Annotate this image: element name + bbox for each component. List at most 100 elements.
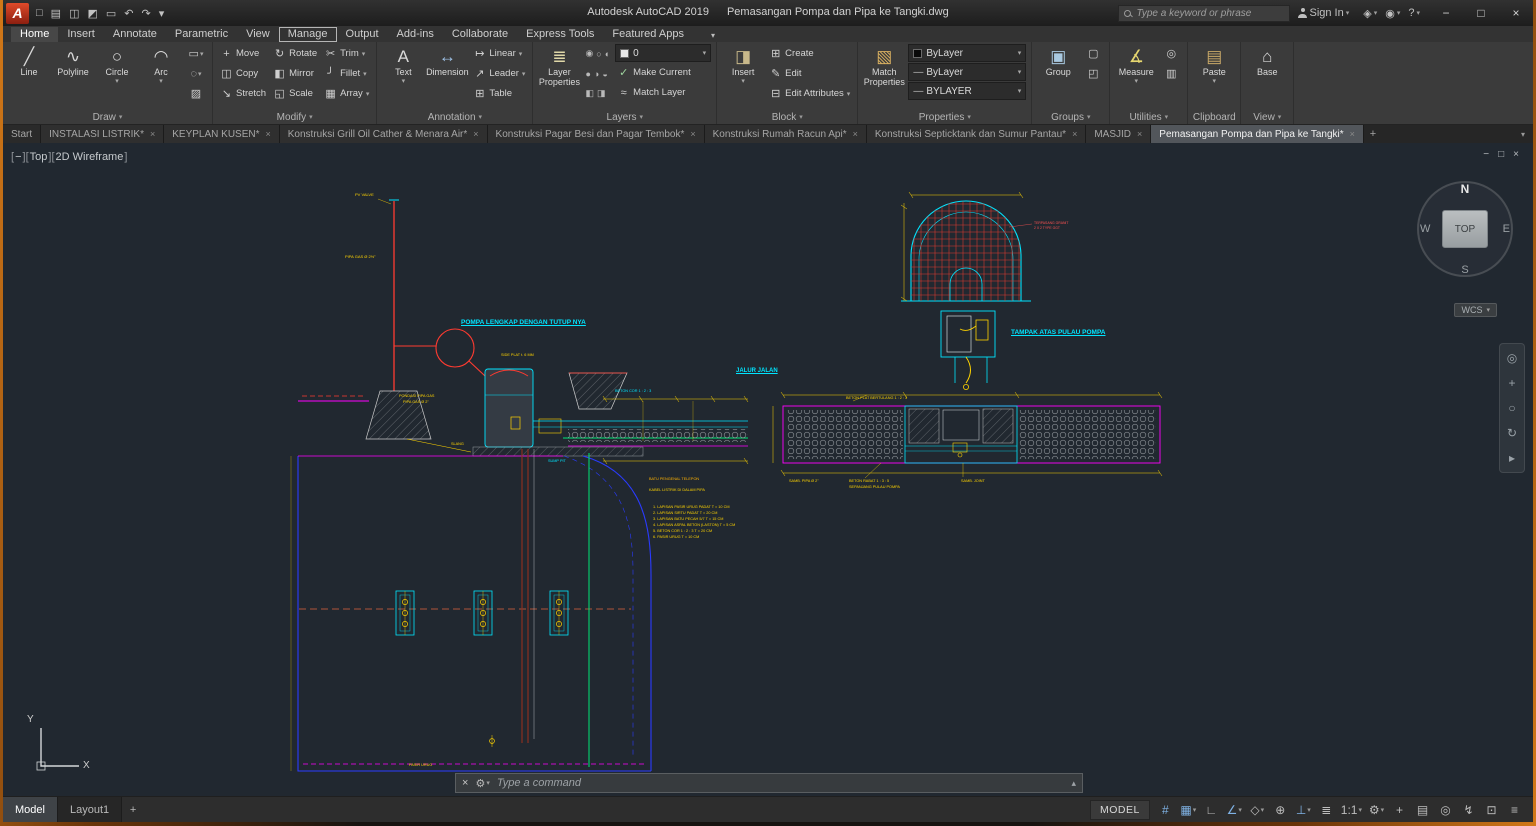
doc-restore-button[interactable]: □ [1498, 149, 1504, 160]
wcs-dropdown[interactable]: WCS ▾ [1454, 303, 1497, 317]
doc-minimize-button[interactable]: − [1483, 149, 1489, 160]
hardware-acceleration-toggle[interactable]: ↯ [1458, 800, 1479, 820]
button-rect[interactable]: ▭▾ [185, 44, 207, 63]
close-icon[interactable]: × [1350, 129, 1355, 139]
ortho-mode-toggle[interactable]: ∟ [1201, 800, 1222, 820]
button-linear[interactable]: ↦Linear▾ [471, 44, 527, 63]
qat-open-icon[interactable]: ▤ [47, 3, 65, 23]
qat-undo-icon[interactable]: ↶ [120, 3, 137, 23]
button-array[interactable]: ▦Array▾ [322, 84, 371, 103]
close-icon[interactable]: × [853, 129, 858, 139]
button-edit-attributes[interactable]: ⊟Edit Attributes▾ [767, 84, 852, 103]
file-tab-konstruksi-grill-oil-cather-menara-air[interactable]: Konstruksi Grill Oil Cather & Menara Air… [280, 125, 488, 143]
button-groupedit[interactable]: ◰ [1082, 64, 1104, 83]
file-tab-keyplan-kusen[interactable]: KEYPLAN KUSEN*× [164, 125, 280, 143]
zoom-icon[interactable]: ○ [1508, 401, 1515, 415]
button-move[interactable]: +Move [218, 44, 268, 63]
command-history-expand-icon[interactable]: ▴ [1071, 778, 1076, 789]
ribbon-tab-manage[interactable]: Manage [279, 27, 337, 42]
button-base[interactable]: ⌂Base [1246, 44, 1288, 78]
button-hatch[interactable]: ▨ [185, 84, 207, 103]
button-table[interactable]: ⊞Table [471, 84, 527, 103]
close-icon[interactable]: × [1072, 129, 1077, 139]
layer-state-icon[interactable]: ○ [596, 49, 601, 59]
layer-state-icon[interactable]: ◧ [585, 88, 594, 99]
panel-label-block[interactable]: Block▾ [720, 110, 854, 124]
layout-tab-model[interactable]: Model [3, 797, 58, 822]
compass-west[interactable]: W [1420, 223, 1430, 235]
button-insert[interactable]: ◨Insert▾ [722, 44, 764, 85]
button-line[interactable]: ╱Line [8, 44, 50, 85]
compass-east[interactable]: E [1503, 223, 1510, 235]
snap-mode-toggle[interactable]: ▦▾ [1178, 800, 1199, 820]
grid-display-toggle[interactable]: # [1155, 800, 1176, 820]
help-icon[interactable]: ?▾ [1405, 7, 1423, 19]
command-close-icon[interactable]: × [462, 777, 468, 789]
search-input[interactable]: Type a keyword or phrase [1118, 5, 1290, 22]
panel-label-properties[interactable]: Properties▾ [861, 110, 1028, 124]
combo-lineweight[interactable]: —ByLayer▾ [908, 63, 1026, 81]
button-quickcalc[interactable]: ▥ [1160, 64, 1182, 83]
button-match-layer[interactable]: ≈Match Layer [615, 83, 711, 102]
button-match-properties[interactable]: ▧Match Properties [863, 44, 905, 87]
ribbon-tab-add-ins[interactable]: Add-ins [388, 27, 443, 42]
layer-state-icon[interactable]: ◒ [602, 69, 607, 79]
button-circle[interactable]: ○Circle▾ [96, 44, 138, 85]
ucs-icon[interactable] [37, 728, 79, 770]
app-logo-icon[interactable]: A [6, 3, 29, 24]
button-stretch[interactable]: ↘Stretch [218, 84, 268, 103]
minimize-button[interactable]: − [1431, 2, 1461, 24]
layer-state-icon[interactable]: ◐ [605, 49, 610, 59]
button-measure[interactable]: ∡Measure▾ [1115, 44, 1157, 85]
button-group[interactable]: ▣Group [1037, 44, 1079, 78]
app-store-icon[interactable]: ◈▾ [1360, 7, 1380, 20]
showmotion-icon[interactable]: ▸ [1509, 451, 1515, 465]
file-tab-instalasi-listrik[interactable]: INSTALASI LISTRIK*× [41, 125, 164, 143]
object-snap-toggle[interactable]: ⊥▾ [1293, 800, 1314, 820]
ribbon-tab-parametric[interactable]: Parametric [166, 27, 237, 42]
combo-layer[interactable]: 0▾ [615, 44, 711, 62]
new-drawing-tab-button[interactable]: + [1364, 125, 1382, 143]
maximize-button[interactable]: □ [1466, 2, 1496, 24]
close-icon[interactable]: × [473, 129, 478, 139]
button-copy[interactable]: ◫Copy [218, 64, 268, 83]
close-icon[interactable]: × [266, 129, 271, 139]
combo-object-color[interactable]: ByLayer▾ [908, 44, 1026, 62]
close-button[interactable]: × [1501, 2, 1531, 24]
file-tab-konstruksi-rumah-racun-api[interactable]: Konstruksi Rumah Racun Api*× [705, 125, 867, 143]
ribbon-tab-annotate[interactable]: Annotate [104, 27, 166, 42]
quick-properties-toggle[interactable]: ▤ [1412, 800, 1433, 820]
file-tab-start[interactable]: Start [3, 125, 41, 143]
ribbon-tab-output[interactable]: Output [337, 27, 388, 42]
sign-in-button[interactable]: Sign In ▾ [1295, 7, 1352, 19]
drawing-viewport[interactable]: PV VALVEPIPA GAS Ø 2½"POMPA LENGKAP DENG… [3, 143, 1533, 796]
qat-redo-icon[interactable]: ↷ [138, 3, 155, 23]
compass-south[interactable]: S [1461, 264, 1468, 276]
button-edit[interactable]: ✎Edit [767, 64, 852, 83]
command-line[interactable]: × ⚙▾ Type a command ▴ [455, 773, 1083, 793]
ribbon-tab-insert[interactable]: Insert [58, 27, 104, 42]
clean-screen-toggle[interactable]: ⊡ [1481, 800, 1502, 820]
panel-label-layers[interactable]: Layers▾ [536, 110, 713, 124]
panel-label-view[interactable]: View▾ [1244, 110, 1290, 124]
close-icon[interactable]: × [1137, 129, 1142, 139]
ribbon-tab-home[interactable]: Home [11, 27, 58, 42]
panel-label-draw[interactable]: Draw▾ [6, 110, 209, 124]
pan-icon[interactable]: + [1508, 376, 1515, 390]
file-tab-konstruksi-pagar-besi-dan-pagar-tembok[interactable]: Konstruksi Pagar Besi dan Pagar Tembok*× [488, 125, 705, 143]
file-tab-masjid[interactable]: MASJID× [1086, 125, 1151, 143]
ribbon-tab-express-tools[interactable]: Express Tools [517, 27, 603, 42]
viewport-control-2d-wireframe[interactable]: 2D Wireframe [55, 151, 125, 163]
button-create[interactable]: ⊞Create [767, 44, 852, 63]
panel-label-clipboard[interactable]: Clipboard [1191, 110, 1237, 124]
viewport-control-top[interactable]: Top [29, 151, 49, 163]
workspace-switching-toggle[interactable]: ⚙▾ [1366, 800, 1387, 820]
command-input[interactable]: Type a command [497, 777, 1065, 789]
ribbon-tab-collaborate[interactable]: Collaborate [443, 27, 517, 42]
button-make-current[interactable]: ✓Make Current [615, 63, 711, 82]
panel-label-modify[interactable]: Modify▾ [216, 110, 373, 124]
button-leader[interactable]: ↗Leader▾ [471, 64, 527, 83]
qat-save-as-icon[interactable]: ◩ [83, 3, 101, 23]
panel-label-utilities[interactable]: Utilities▾ [1113, 110, 1184, 124]
button-paste[interactable]: ▤Paste▾ [1193, 44, 1235, 85]
